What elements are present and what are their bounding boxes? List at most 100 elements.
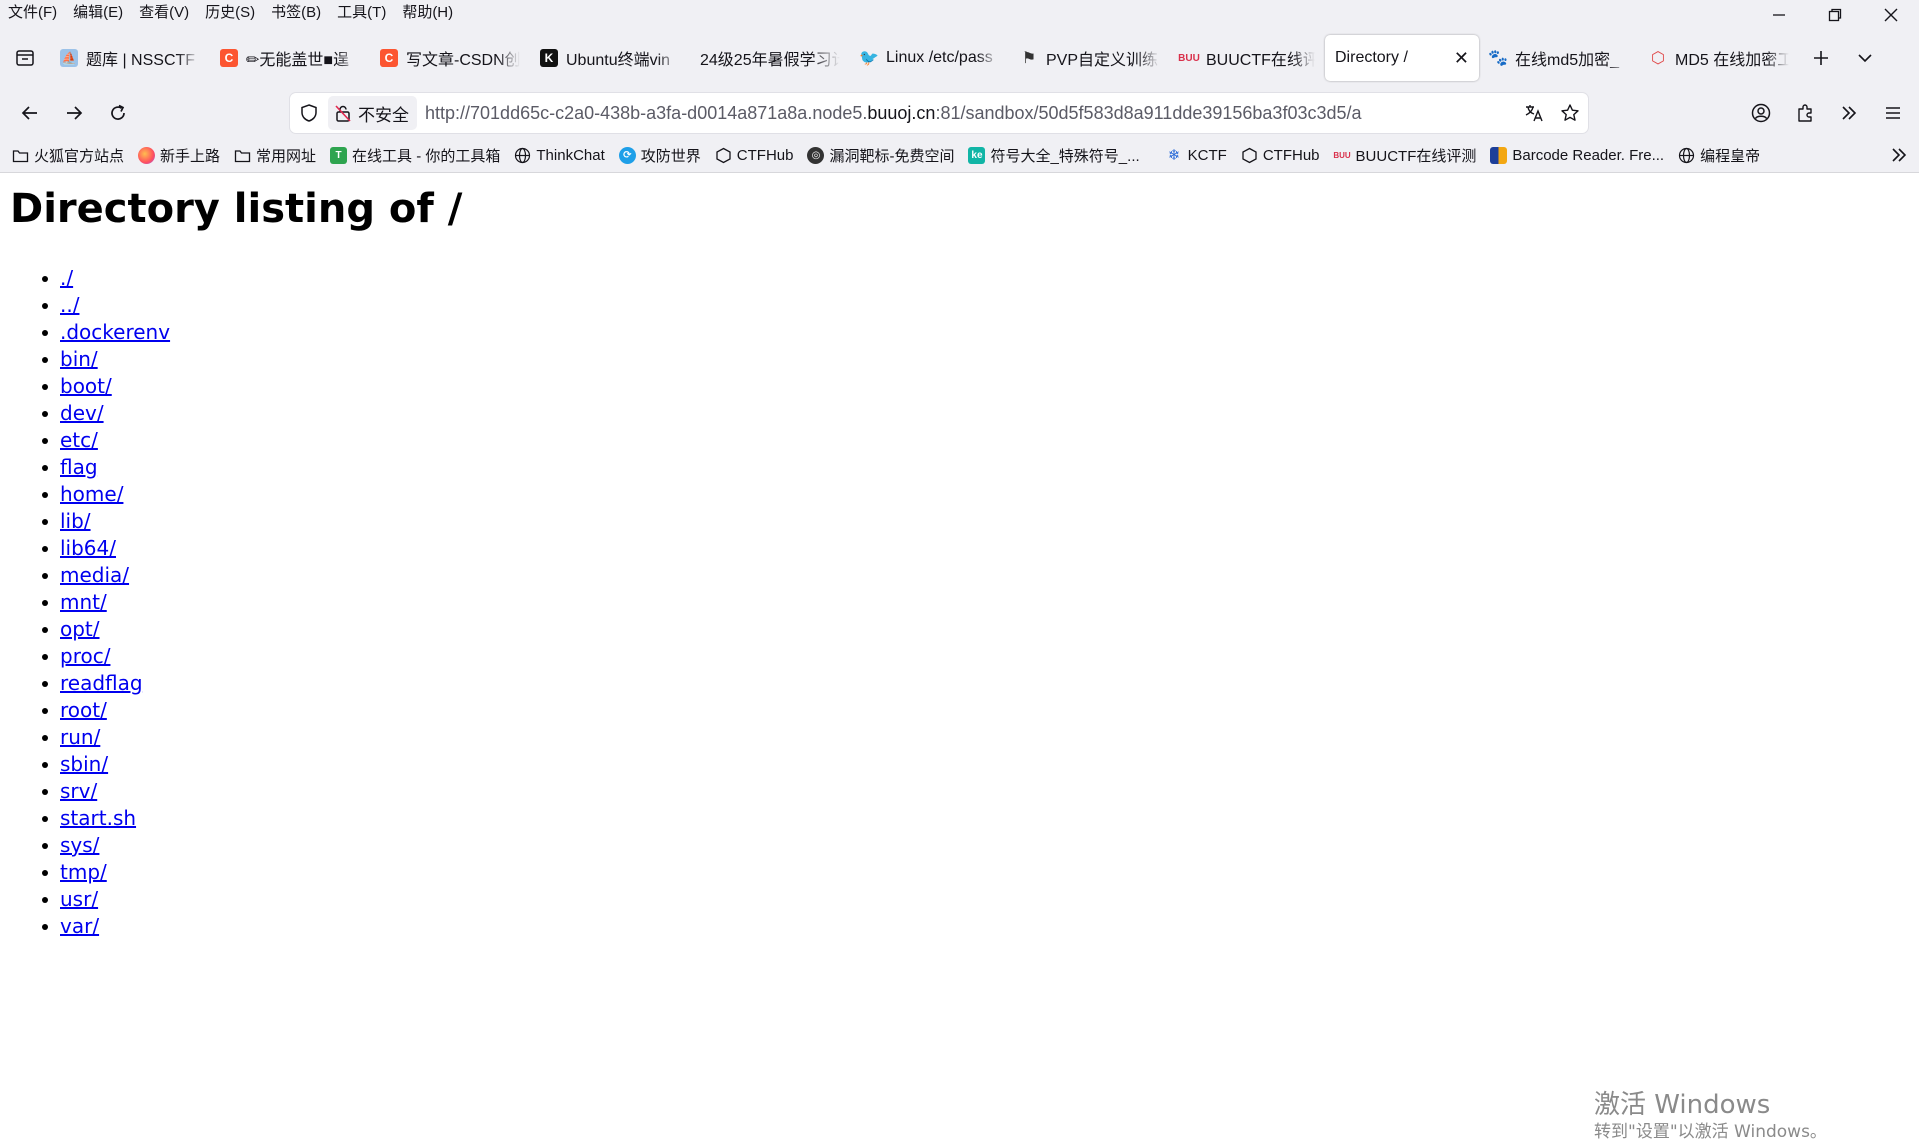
directory-entry-link[interactable]: home/ [60,482,123,506]
restore-icon [1828,8,1842,22]
directory-entry-link[interactable]: etc/ [60,428,98,452]
directory-entry-link[interactable]: lib64/ [60,536,116,560]
bookmark-online-tools[interactable]: T 在线工具 - 你的工具箱 [330,145,500,166]
hex-icon [715,147,732,164]
broken-lock-icon [335,105,351,122]
csdn-icon: C [380,49,398,67]
arrow-left-icon [21,106,37,120]
directory-entry-link[interactable]: .dockerenv [60,320,170,344]
tab-title: Linux /etc/pass [886,49,993,66]
tab-buuctf[interactable]: BUU BUUCTF在线评 [1170,37,1325,79]
arrow-right-icon [67,106,83,120]
directory-entry-link[interactable]: sys/ [60,833,99,857]
bookmark-star-button[interactable] [1552,103,1588,123]
bookmark-symbols[interactable]: ke 符号大全_特殊符号_... [968,145,1140,166]
url-bar[interactable]: 不安全 http://701dd65c-c2a0-438b-a3fa-d0014… [290,93,1588,133]
directory-entry-link[interactable]: boot/ [60,374,112,398]
directory-entry-link[interactable]: root/ [60,698,107,722]
directory-entry-link[interactable]: bin/ [60,347,98,371]
directory-entry-link[interactable]: ./ [60,266,73,290]
tab-directory-active[interactable]: Directory / ✕ [1325,35,1479,81]
bookmark-buuctf[interactable]: BUU BUUCTF在线评测 [1333,145,1476,166]
extensions-button[interactable] [1783,93,1827,133]
forward-button[interactable] [52,93,96,133]
tab-title: BUUCTF在线评 [1206,52,1315,69]
list-item: ./ [40,265,170,292]
tab-md5-2[interactable]: ⬡ MD5 在线加密工 [1639,37,1799,79]
tab-csdn-1[interactable]: C ✏无能盖世■逞 [210,37,370,79]
bookmark-barcode-reader[interactable]: Barcode Reader. Fre... [1490,146,1664,164]
bookmark-label: 新手上路 [160,147,221,165]
directory-entry-link[interactable]: var/ [60,914,99,938]
menu-help[interactable]: 帮助(H) [394,0,461,26]
account-button[interactable] [1739,93,1783,133]
list-item: boot/ [40,373,170,400]
tab-close-button[interactable]: ✕ [1454,48,1469,69]
tab-md5-1[interactable]: 🐾 在线md5加密_ [1479,37,1639,79]
bookmark-ctfhub-1[interactable]: CTFHub [715,147,793,164]
tab-title: Ubuntu终端vin [566,52,671,69]
bookmarks-overflow-button[interactable] [1889,140,1909,170]
back-button[interactable] [8,93,52,133]
bookmark-label: 符号大全_特殊符号_... [990,147,1140,165]
directory-entry-link[interactable]: ../ [60,293,79,317]
list-item: opt/ [40,616,170,643]
bookmark-vuln-target[interactable]: ◎ 漏洞靶标-免费空间 [807,145,954,166]
tab-ubuntu[interactable]: K Ubuntu终端vin [530,37,690,79]
close-window-button[interactable] [1863,0,1919,30]
overflow-button[interactable] [1827,93,1871,133]
minimize-button[interactable] [1751,0,1807,30]
bookmark-adworld[interactable]: ⟳ 攻防世界 [618,145,701,166]
puzzle-icon [1798,104,1812,122]
list-all-tabs-button[interactable] [1843,38,1887,78]
directory-entry-link[interactable]: lib/ [60,509,91,533]
app-menu-button[interactable] [1871,93,1915,133]
bookmark-thinkchat[interactable]: ThinkChat [514,147,605,164]
account-icon [1751,103,1771,123]
url-text[interactable]: http://701dd65c-c2a0-438b-a3fa-d0014a871… [425,103,1516,124]
tab-nssctf[interactable]: ⛵ 题库 | NSSCTF [50,37,210,79]
bookmark-getting-started[interactable]: 新手上路 [138,145,220,166]
list-item: sys/ [40,832,170,859]
tab-pvp[interactable]: ⚑ PVP自定义训练 [1010,37,1170,79]
url-suffix: :81/sandbox/50d5f583d8a911dde39156ba3f03… [935,102,1362,123]
bookmark-firefox-site[interactable]: 火狐官方站点 [12,145,124,166]
directory-entry-link[interactable]: dev/ [60,401,104,425]
menu-tools[interactable]: 工具(T) [329,0,394,26]
menu-edit[interactable]: 编辑(E) [65,0,131,26]
directory-entry-link[interactable]: srv/ [60,779,97,803]
bookmark-ctfhub-2[interactable]: CTFHub [1241,147,1320,164]
reload-icon [111,104,125,120]
directory-entry-link[interactable]: tmp/ [60,860,107,884]
tab-csdn-2[interactable]: C 写文章-CSDN创 [370,37,530,79]
directory-entry-link[interactable]: readflag [60,671,143,695]
firefox-view-button[interactable] [0,38,50,78]
directory-entry-link[interactable]: opt/ [60,617,100,641]
tracking-protection-button[interactable] [290,103,328,123]
bookmark-common-sites[interactable]: 常用网址 [234,145,316,166]
new-tab-button[interactable] [1799,38,1843,78]
directory-entry-link[interactable]: run/ [60,725,100,749]
directory-entry-link[interactable]: start.sh [60,806,136,830]
menu-bookmarks[interactable]: 书签(B) [263,0,329,26]
directory-entry-link[interactable]: mnt/ [60,590,107,614]
menu-history[interactable]: 历史(S) [197,0,263,26]
directory-entry-link[interactable]: proc/ [60,644,110,668]
list-item: flag [40,454,170,481]
connection-insecure-badge[interactable]: 不安全 [328,96,417,130]
bookmark-kctf[interactable]: ❄ KCTF [1166,147,1227,165]
menu-file[interactable]: 文件(F) [0,0,65,26]
tab-linux-passwd[interactable]: 🐦 Linux /etc/pass [850,37,1010,79]
tab-title: ✏无能盖世■逞 [246,52,350,69]
restore-button[interactable] [1807,0,1863,30]
directory-entry-link[interactable]: flag [60,455,98,479]
bookmark-coding-emperor[interactable]: 编程皇帝 [1678,145,1760,166]
reload-button[interactable] [96,93,140,133]
directory-entry-link[interactable]: sbin/ [60,752,108,776]
directory-entry-link[interactable]: media/ [60,563,129,587]
menu-view[interactable]: 查看(V) [131,0,197,26]
directory-entry-link[interactable]: usr/ [60,887,98,911]
tab-title: PVP自定义训练 [1046,52,1159,69]
translate-button[interactable] [1516,103,1552,123]
tab-study-plan[interactable]: 24级25年暑假学习计 [690,37,850,79]
